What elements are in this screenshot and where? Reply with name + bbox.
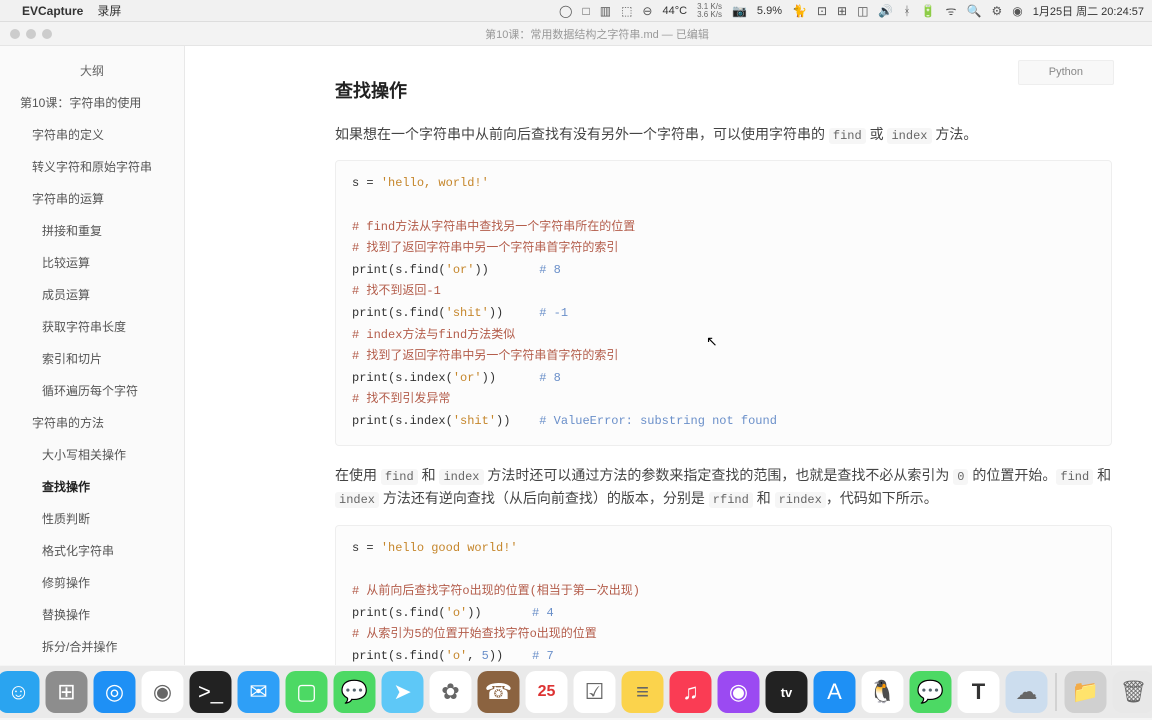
dock-app1[interactable]: ☁ [1006,671,1048,713]
menubar-datetime[interactable]: 1月25日 周二 20:24:57 [1033,3,1144,19]
volume-icon[interactable]: 🔊 [878,4,893,18]
bluetooth-icon[interactable]: ᚼ [903,4,910,18]
editor-window: 第10课：常用数据结构之字符串.md — 已编辑 大纲 第10课：字符串的使用字… [0,22,1152,665]
sidebar-item-4[interactable]: 拼接和重复 [0,215,184,247]
sidebar-item-2[interactable]: 转义字符和原始字符串 [0,151,184,183]
dock-tv[interactable]: tv [766,671,808,713]
dock-wechat[interactable]: 💬 [910,671,952,713]
toolbar-icon-8[interactable]: ◫ [857,4,868,18]
dock-typora[interactable]: T [958,671,1000,713]
dock-separator [1056,673,1057,711]
dock: ☺⊞◎◉>_✉▢💬➤✿☎25☑≡♫◉tvA🐧💬T☁ 📁🗑 [0,666,1152,718]
dock-folder[interactable]: 📁 [1065,671,1107,713]
control-center-icon[interactable]: ⚙ [991,4,1002,18]
sidebar-item-7[interactable]: 获取字符串长度 [0,311,184,343]
menubar-network: 3.1 K/s 3.6 K/s [697,3,722,19]
dock-reminders[interactable]: ☑ [574,671,616,713]
dock-contacts[interactable]: ☎ [478,671,520,713]
dock-safari[interactable]: ◎ [94,671,136,713]
menubar-battery-pct: 5.9% [757,5,782,17]
sidebar-item-10[interactable]: 字符串的方法 [0,407,184,439]
menubar-app-name[interactable]: EVCapture [22,4,83,18]
minimize-button[interactable] [26,29,36,39]
menubar-temp: 44°C [662,5,687,17]
sidebar-item-8[interactable]: 索引和切片 [0,343,184,375]
battery-icon[interactable]: 🔋 [921,4,936,18]
toolbar-icon-7[interactable]: ⊞ [837,4,847,18]
zoom-button[interactable] [42,29,52,39]
sidebar-item-3[interactable]: 字符串的运算 [0,183,184,215]
menubar-item-record[interactable]: 录屏 [97,2,121,19]
language-badge[interactable]: Python [1018,60,1114,85]
dock-appstore[interactable]: A [814,671,856,713]
dock-podcasts[interactable]: ◉ [718,671,760,713]
dock-music[interactable]: ♫ [670,671,712,713]
dock-trash[interactable]: 🗑 [1113,671,1152,713]
wifi-icon[interactable]: ᯤ [946,2,957,19]
close-button[interactable] [10,29,20,39]
sidebar-title: 大纲 [0,58,184,87]
sidebar-item-0[interactable]: 第10课：字符串的使用 [0,87,184,119]
heading-find: 查找操作 [335,76,1112,107]
menubar: EVCapture 录屏 ◯ □ ▥ ⬚ ⊖ 44°C 3.1 K/s 3.6 … [0,0,1152,22]
dock-maps[interactable]: ➤ [382,671,424,713]
camera-icon[interactable]: 📷 [732,4,747,18]
dock-messages[interactable]: 💬 [334,671,376,713]
sidebar-item-17[interactable]: 拆分/合并操作 [0,631,184,663]
sidebar-item-15[interactable]: 修剪操作 [0,567,184,599]
sidebar-item-16[interactable]: 替换操作 [0,599,184,631]
dock-finder[interactable]: ☺ [0,671,40,713]
toolbar-icon-3[interactable]: ▥ [600,4,611,18]
sidebar-item-18[interactable]: 编码/解码操作 [0,663,184,665]
sidebar-item-1[interactable]: 字符串的定义 [0,119,184,151]
dock-mail[interactable]: ✉ [238,671,280,713]
toolbar-icon-6[interactable]: ⊡ [817,4,827,18]
cat-icon[interactable]: 🐈 [792,4,807,18]
dock-notes[interactable]: ≡ [622,671,664,713]
dock-facetime[interactable]: ▢ [286,671,328,713]
toolbar-icon-1[interactable]: ◯ [559,4,572,18]
toolbar-icon-2[interactable]: □ [582,4,589,18]
sidebar-item-11[interactable]: 大小写相关操作 [0,439,184,471]
sidebar-item-14[interactable]: 格式化字符串 [0,535,184,567]
sidebar-item-13[interactable]: 性质判断 [0,503,184,535]
paragraph-1: 如果想在一个字符串中从前向后查找有没有另外一个字符串，可以使用字符串的 find… [335,123,1112,147]
code-block-2[interactable]: s = 'hello good world!' # 从前向后查找字符o出现的位置… [335,525,1112,665]
dock-terminal[interactable]: >_ [190,671,232,713]
code-index: index [887,128,931,144]
search-icon[interactable]: 🔍 [967,4,982,18]
document-content[interactable]: Python 查找操作 如果想在一个字符串中从前向后查找有没有另外一个字符串，可… [185,46,1152,665]
sidebar-item-5[interactable]: 比较运算 [0,247,184,279]
code-block-1[interactable]: s = 'hello, world!' # find方法从字符串中查找另一个字符… [335,160,1112,445]
sidebar-item-9[interactable]: 循环遍历每个字符 [0,375,184,407]
window-title: 第10课：常用数据结构之字符串.md — 已编辑 [52,26,1142,42]
code-find: find [829,128,866,144]
paragraph-2: 在使用 find 和 index 方法时还可以通过方法的参数来指定查找的范围，也… [335,464,1112,512]
outline-sidebar[interactable]: 大纲 第10课：字符串的使用字符串的定义转义字符和原始字符串字符串的运算拼接和重… [0,46,185,665]
window-titlebar[interactable]: 第10课：常用数据结构之字符串.md — 已编辑 [0,22,1152,46]
dock-photos[interactable]: ✿ [430,671,472,713]
sidebar-item-12[interactable]: 查找操作 [0,471,184,503]
dock-calendar[interactable]: 25 [526,671,568,713]
dock-qq[interactable]: 🐧 [862,671,904,713]
sidebar-item-6[interactable]: 成员运算 [0,279,184,311]
toolbar-icon-4[interactable]: ⬚ [621,4,632,18]
toolbar-icon-5[interactable]: ⊖ [642,4,652,18]
siri-icon[interactable]: ◉ [1012,4,1022,18]
dock-chrome[interactable]: ◉ [142,671,184,713]
dock-launchpad[interactable]: ⊞ [46,671,88,713]
